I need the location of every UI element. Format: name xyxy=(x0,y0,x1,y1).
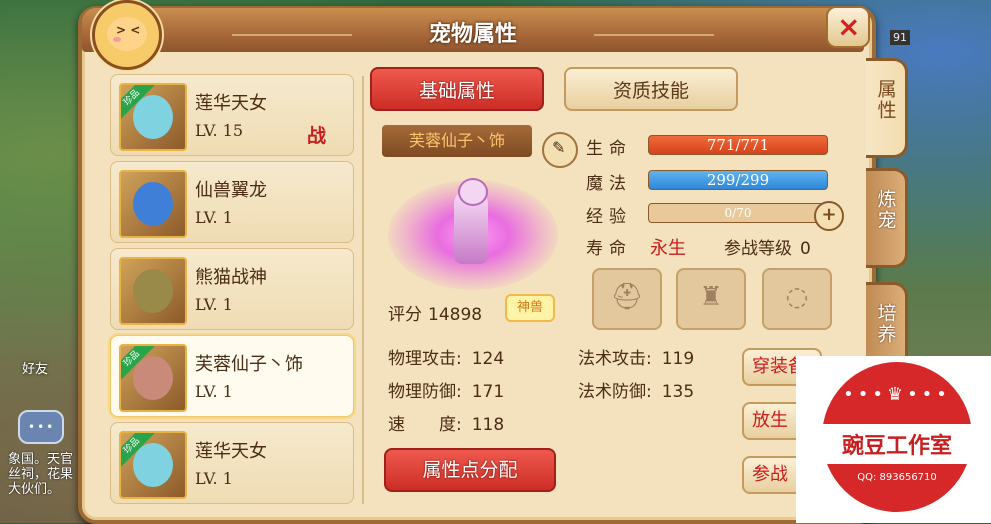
pet-name: 芙蓉仙子丶饰 xyxy=(195,354,303,375)
pet-face-icon xyxy=(133,356,173,400)
phys-defense: 物理防御: 171 xyxy=(388,377,504,402)
battle-level: 参战等级 0 xyxy=(724,234,811,259)
pet-name: 莲华天女 xyxy=(195,93,267,114)
pet-model-head xyxy=(458,178,488,206)
pet-name-plate: 芙蓉仙子丶饰 xyxy=(382,125,532,157)
speed: 速 度: 118 xyxy=(388,410,504,435)
battle-level-value: 0 xyxy=(800,239,811,259)
score-label: 评分 xyxy=(388,305,422,325)
pet-face-icon xyxy=(133,182,173,226)
phys-attack: 物理攻击: 124 xyxy=(388,344,504,369)
avatar-face-icon xyxy=(107,17,147,51)
pet-level: LV. 15 xyxy=(195,121,244,140)
pet-portrait xyxy=(119,257,187,325)
speed-value: 118 xyxy=(471,415,505,435)
close-icon: × xyxy=(837,10,861,43)
phys-defense-value: 171 xyxy=(471,382,505,402)
magic-defense: 法术防御: 135 xyxy=(578,377,694,402)
watermark-crown-icon: •••♛••• xyxy=(843,384,951,405)
mp-bar: 299/299 xyxy=(648,170,828,190)
page-title: 宠物属性 xyxy=(428,22,517,47)
pet-portrait xyxy=(119,170,187,238)
pet-face-icon xyxy=(133,269,173,313)
pet-name: 莲华天女 xyxy=(195,441,267,462)
equip-slot-necklace[interactable]: ◌ xyxy=(762,268,832,330)
pet-name: 仙兽翼龙 xyxy=(195,180,267,201)
equip-slot-helmet[interactable]: ⛑ xyxy=(592,268,662,330)
player-level-badge: 91 xyxy=(890,30,910,45)
side-tab-label: 炼宠 xyxy=(874,189,897,231)
exp-value: 0/70 xyxy=(724,206,752,220)
phys-attack-label: 物理攻击: xyxy=(388,349,462,369)
magic-attack-value: 119 xyxy=(661,349,695,369)
phys-attack-value: 124 xyxy=(471,349,505,369)
life-value: 永生 xyxy=(650,238,686,259)
pet-portrait: 珍品 xyxy=(119,344,187,412)
allocate-points-button[interactable]: 属性点分配 xyxy=(384,448,556,492)
pet-level: LV. 1 xyxy=(195,469,233,488)
exp-label: 经验 xyxy=(586,207,632,227)
magic-defense-value: 135 xyxy=(661,382,695,402)
armor-icon: ♜ xyxy=(699,282,723,312)
battle-status-icon: 战 xyxy=(307,125,327,147)
pet-list-item[interactable]: 珍品 莲华天女 LV. 1 xyxy=(110,422,354,504)
title-bar: 宠物属性 xyxy=(82,8,864,52)
pet-list[interactable]: 珍品 莲华天女 LV. 15 战仙兽翼龙 LV. 1 熊猫战神 LV. 1 珍品 芙蓉仙子丶饰 L… xyxy=(104,72,358,504)
magic-attack-label: 法术攻击: xyxy=(578,349,652,369)
pet-level: LV. 1 xyxy=(195,208,233,227)
exp-bar: 0/70 xyxy=(648,203,828,223)
pet-portrait: 珍品 xyxy=(119,83,187,151)
hp-value: 771/771 xyxy=(706,136,770,154)
pet-name: 熊猫战神 xyxy=(195,267,267,288)
add-exp-button[interactable]: + xyxy=(814,201,844,231)
pet-level: LV. 1 xyxy=(195,295,233,314)
side-tab-0[interactable]: 属性 xyxy=(866,58,908,158)
pet-type-badge: 神兽 xyxy=(505,294,555,322)
necklace-icon: ◌ xyxy=(785,282,809,312)
speed-label: 速 度: xyxy=(388,415,462,435)
tab-aptitude-skills[interactable]: 资质技能 xyxy=(564,67,738,111)
mp-value: 299/299 xyxy=(706,171,770,189)
score-value: 14898 xyxy=(428,305,483,325)
phys-defense-label: 物理防御: xyxy=(388,382,462,402)
pet-face-icon xyxy=(133,95,173,139)
side-tab-label: 属性 xyxy=(874,79,897,121)
hp-bar: 771/771 xyxy=(648,135,828,155)
pet-level: LV. 1 xyxy=(195,382,233,401)
pet-list-item[interactable]: 珍品 莲华天女 LV. 15 战 xyxy=(110,74,354,156)
friend-label[interactable]: 好友 xyxy=(22,358,48,377)
helmet-icon: ⛑ xyxy=(610,282,644,312)
equip-slot-armor[interactable]: ♜ xyxy=(676,268,746,330)
pet-portrait: 珍品 xyxy=(119,431,187,499)
side-tab-label: 培养 xyxy=(874,303,897,345)
pet-list-item[interactable]: 熊猫战神 LV. 1 xyxy=(110,248,354,330)
divider xyxy=(362,76,364,504)
life-label: 寿命 xyxy=(586,239,632,259)
chat-icon[interactable]: ••• xyxy=(18,410,64,444)
watermark-name: 豌豆工作室 xyxy=(841,433,952,459)
player-avatar[interactable] xyxy=(92,0,162,70)
pet-list-item[interactable]: 珍品 芙蓉仙子丶饰 LV. 1 xyxy=(110,335,354,417)
pet-face-icon xyxy=(133,443,173,487)
side-tab-1[interactable]: 炼宠 xyxy=(866,168,908,268)
close-button[interactable]: × xyxy=(826,6,870,48)
edit-icon: ✎ xyxy=(552,138,566,157)
magic-defense-label: 法术防御: xyxy=(578,382,652,402)
pet-list-item[interactable]: 仙兽翼龙 LV. 1 xyxy=(110,161,354,243)
magic-attack: 法术攻击: 119 xyxy=(578,344,694,369)
tab-basic-attributes[interactable]: 基础属性 xyxy=(370,67,544,111)
mp-label: 魔法 xyxy=(586,174,632,194)
background-chat-text: 象国。天官 丝祠，花果 大伙们。 xyxy=(8,452,74,497)
battle-level-label: 参战等级 xyxy=(724,239,792,259)
pet-score: 评分 14898 xyxy=(388,300,482,325)
hp-label: 生命 xyxy=(586,139,632,159)
rename-button[interactable]: ✎ xyxy=(542,132,578,168)
watermark-qq: QQ: 893656710 xyxy=(857,472,937,483)
